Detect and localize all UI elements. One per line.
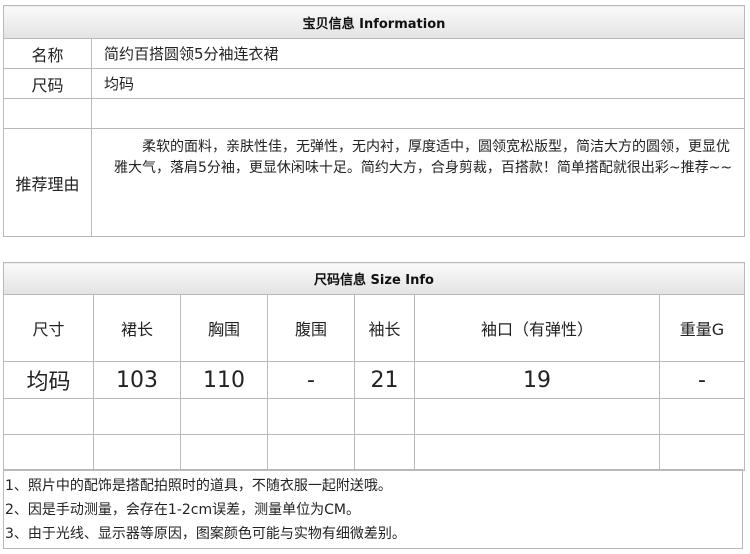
size-title: 尺码信息 Size Info [3, 262, 745, 295]
reason-label: 推荐理由 [3, 128, 92, 237]
empty-cell [414, 434, 660, 471]
empty-cell [3, 398, 94, 435]
name-value: 简约百搭圆领5分袖连衣裙 [91, 38, 745, 69]
empty-cell [3, 98, 92, 129]
notes-box: 1、照片中的配饰是搭配拍照时的道具，不随衣服一起附送哦。 2、因是手动测量，会存… [3, 469, 743, 549]
value-sleeve: 21 [354, 361, 415, 399]
empty-cell [3, 434, 94, 471]
empty-cell [93, 398, 181, 435]
empty-cell [93, 434, 181, 471]
empty-cell [91, 98, 745, 129]
value-size: 均码 [3, 361, 94, 399]
empty-cell [659, 398, 745, 435]
value-bust: 110 [180, 361, 268, 399]
note-line: 2、因是手动测量，会存在1-2cm误差，测量单位为CM。 [5, 502, 360, 518]
header-cuff: 袖口（有弹性） [414, 294, 660, 362]
value-weight: - [659, 361, 745, 399]
header-waist: 腹围 [267, 294, 355, 362]
empty-cell [354, 398, 415, 435]
header-length: 裙长 [93, 294, 181, 362]
value-waist: - [267, 361, 355, 399]
empty-cell [414, 398, 660, 435]
reason-text: 柔软的面料，亲肤性佳，无弹性，无内衬，厚度适中，圆领宽松版型，简洁大方的圆领，更… [91, 128, 745, 237]
empty-cell [180, 434, 268, 471]
info-table: 宝贝信息 Information 名称 简约百搭圆领5分袖连衣裙 尺码 均码 推… [3, 5, 745, 237]
empty-cell [659, 434, 745, 471]
name-label: 名称 [3, 38, 92, 69]
empty-cell [354, 434, 415, 471]
value-cuff: 19 [414, 361, 660, 399]
header-sleeve: 袖长 [354, 294, 415, 362]
empty-cell [267, 398, 355, 435]
size-label: 尺码 [3, 68, 92, 99]
note-line: 3、由于光线、显示器等原因，图案颜色可能与实物有细微差别。 [5, 526, 406, 542]
header-bust: 胸围 [180, 294, 268, 362]
header-weight: 重量G [659, 294, 745, 362]
note-line: 1、照片中的配饰是搭配拍照时的道具，不随衣服一起附送哦。 [5, 478, 392, 494]
header-size: 尺寸 [3, 294, 94, 362]
value-length: 103 [93, 361, 181, 399]
empty-cell [180, 398, 268, 435]
size-table: 尺码信息 Size Info 尺寸 裙长 胸围 腹围 袖长 袖口（有弹性） 重量… [3, 262, 745, 471]
size-value: 均码 [91, 68, 745, 99]
empty-cell [267, 434, 355, 471]
info-title: 宝贝信息 Information [3, 5, 745, 39]
